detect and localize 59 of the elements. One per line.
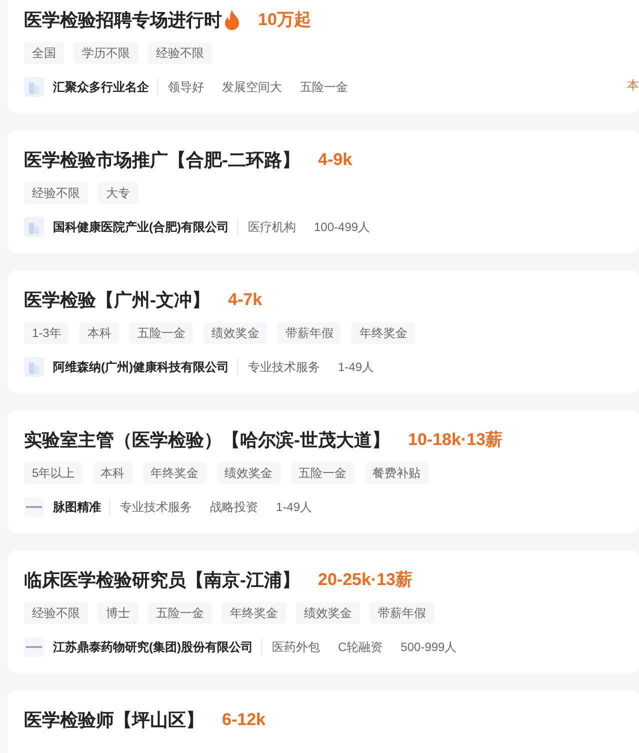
job-tag: 带薪年假	[370, 602, 434, 624]
job-tag: 带薪年假	[277, 322, 342, 344]
company-detail: 战略投资	[210, 499, 258, 516]
job-tag: 餐费补贴	[364, 462, 429, 484]
company-detail: 发展空间大	[222, 79, 282, 96]
job-title[interactable]: 医学检验招聘专场进行时	[24, 6, 222, 34]
company-detail: 专业技术服务	[120, 499, 192, 516]
salary: 4-7k	[228, 289, 262, 312]
job-title[interactable]: 临床医学检验研究员【南京-江浦】	[24, 566, 300, 594]
building-icon	[24, 77, 44, 97]
company-name[interactable]: 国科健康医院产业(合肥)有限公司	[53, 218, 238, 236]
job-tag: 经验不限	[148, 42, 212, 64]
job-tag: 大专	[98, 182, 138, 204]
job-tag: 1-3年	[24, 322, 70, 344]
salary: 4-9k	[318, 149, 352, 172]
salary: 20-25k·13薪	[318, 569, 413, 592]
company-detail: 专业技术服务	[248, 359, 320, 376]
job-tag: 全国	[24, 42, 64, 64]
company-detail: 医疗机构	[248, 219, 296, 236]
job-tag: 绩效奖金	[216, 462, 281, 484]
building-icon	[24, 217, 44, 237]
job-tag: 年终奖金	[351, 322, 416, 344]
job-tag: 5年以上	[24, 462, 83, 484]
job-tag: 五险一金	[290, 462, 355, 484]
job-tag: 五险一金	[148, 602, 212, 624]
salary: 10万起	[258, 9, 311, 32]
building-icon	[24, 357, 44, 377]
company-name[interactable]: 阿维森纳(广州)健康科技有限公司	[53, 358, 238, 376]
company-detail: 500-999人	[400, 639, 457, 656]
company-detail: C轮融资	[338, 639, 383, 656]
salary: 6-12k	[222, 709, 266, 732]
salary: 10-18k·13薪	[408, 429, 503, 452]
company-detail: 五险一金	[300, 79, 348, 96]
job-tag: 年终奖金	[222, 602, 286, 624]
job-title[interactable]: 医学检验市场推广【合肥-二环路】	[24, 146, 300, 174]
company-detail: 100-499人	[314, 219, 370, 236]
company-detail: 医药外包	[272, 639, 320, 656]
job-title[interactable]: 实验室主管（医学检验）【哈尔滨-世茂大道】	[24, 426, 390, 454]
job-tag: 绩效奖金	[203, 322, 268, 344]
job-tag: 五险一金	[129, 322, 194, 344]
company-name[interactable]: 汇聚众多行业名企	[53, 78, 158, 96]
company-logo-icon	[24, 497, 44, 517]
job-tag: 经验不限	[24, 602, 88, 624]
job-tag: 本科	[92, 462, 133, 484]
company-name[interactable]: 脉图精准	[53, 498, 110, 516]
job-tag: 年终奖金	[142, 462, 207, 484]
company-detail: 1-49人	[338, 359, 374, 376]
company-detail: 领导好	[168, 79, 204, 96]
company-logo-icon	[24, 637, 44, 657]
job-tag: 学历不限	[74, 42, 138, 64]
job-title[interactable]: 医学检验师【坪山区】	[24, 706, 204, 734]
job-tag: 经验不限	[24, 182, 88, 204]
job-tag: 绩效奖金	[296, 602, 360, 624]
company-detail: 1-49人	[276, 499, 312, 516]
job-title[interactable]: 医学检验【广州-文冲】	[24, 286, 210, 314]
job-tag: 博士	[98, 602, 138, 624]
company-name[interactable]: 江苏鼎泰药物研究(集团)股份有限公司	[53, 638, 262, 656]
side-text: 本	[627, 77, 639, 94]
job-tag: 本科	[79, 322, 120, 344]
